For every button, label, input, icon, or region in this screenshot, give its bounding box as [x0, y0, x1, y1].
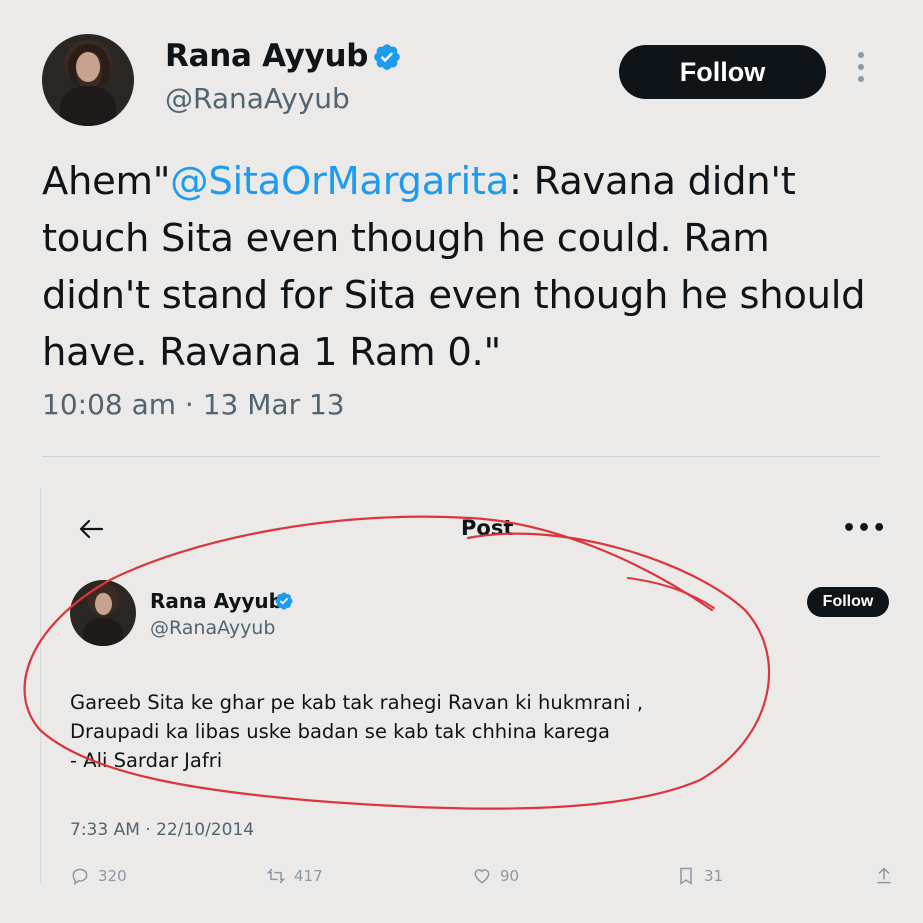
bookmark-icon: [680, 867, 692, 885]
embedded-screenshot-edge: [40, 488, 41, 883]
post-header-title: Post: [461, 516, 514, 540]
like-icon: [474, 869, 490, 884]
more-vertical-icon[interactable]: [854, 52, 868, 86]
embedded-author-name[interactable]: Rana Ayyub: [150, 589, 283, 613]
divider: [42, 456, 880, 457]
embedded-post-timestamp[interactable]: 7:33 AM · 22/10/2014: [70, 820, 254, 840]
author-name[interactable]: Rana Ayyub: [165, 38, 368, 74]
red-annotation-circle: [23, 515, 771, 810]
embedded-post-text: Gareeb Sita ke ghar pe kab tak rahegi Ra…: [70, 688, 643, 775]
verified-badge-icon: [374, 44, 400, 70]
tweet-timestamp[interactable]: 10:08 am · 13 Mar 13: [42, 388, 345, 421]
share-icon: [877, 867, 891, 884]
tweet-text-line3: didn't stand for Sita even though he sho…: [42, 273, 866, 318]
bookmark-stat[interactable]: 31: [676, 866, 723, 886]
embedded-post-line: Gareeb Sita ke ghar pe kab tak rahegi Ra…: [70, 691, 644, 714]
embedded-post-line: - Ali Sardar Jafri: [70, 749, 223, 772]
reply-count: 320: [98, 867, 127, 885]
tweet-text-prefix: Ahem": [42, 159, 171, 204]
tweet-text-line1: : Ravana didn't: [509, 159, 796, 204]
back-arrow-icon[interactable]: [78, 517, 104, 541]
embedded-author-avatar[interactable]: [70, 580, 136, 646]
embedded-author-handle[interactable]: @RanaAyyub: [150, 617, 275, 639]
more-horizontal-icon[interactable]: •••: [842, 518, 887, 540]
repost-icon: [266, 868, 286, 884]
follow-button[interactable]: Follow: [619, 45, 826, 99]
verified-badge-icon: [275, 592, 293, 610]
like-count: 90: [500, 867, 520, 885]
embedded-follow-button[interactable]: Follow: [807, 587, 889, 617]
author-handle[interactable]: @RanaAyyub: [165, 82, 350, 115]
reply-icon: [72, 868, 88, 885]
embedded-post-line: Draupadi ka libas uske badan se kab tak …: [70, 720, 610, 743]
tweet-text-line2: touch Sita even though he could. Ram: [42, 216, 770, 261]
repost-count: 417: [294, 867, 323, 885]
repost-stat[interactable]: 417: [266, 866, 323, 886]
mention-link[interactable]: @SitaOrMargarita: [170, 159, 509, 204]
tweet-text-line4: have. Ravana 1 Ram 0.": [42, 330, 501, 375]
bookmark-count: 31: [704, 867, 724, 885]
share-button[interactable]: [874, 866, 894, 886]
reply-stat[interactable]: 320: [70, 866, 127, 886]
tweet-text: Ahem"@SitaOrMargarita: Ravana didn't tou…: [42, 153, 902, 381]
author-avatar[interactable]: [42, 34, 134, 126]
like-stat[interactable]: 90: [472, 866, 519, 886]
